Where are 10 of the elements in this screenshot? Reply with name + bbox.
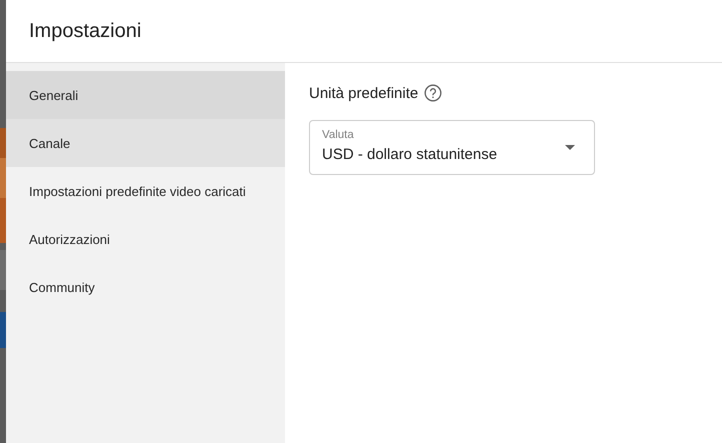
sidebar-item[interactable]: Canale: [6, 119, 285, 167]
section-title: Unità predefinite: [309, 84, 418, 102]
help-icon[interactable]: [424, 84, 442, 102]
sidebar-item[interactable]: Community: [6, 263, 285, 311]
sidebar-item[interactable]: Generali: [6, 71, 285, 119]
sidebar-item[interactable]: Autorizzazioni: [6, 215, 285, 263]
sidebar-item[interactable]: Impostazioni predefinite video caricati: [6, 167, 285, 215]
currency-select[interactable]: Valuta USD - dollaro statunitense: [309, 120, 595, 175]
dialog-title: Impostazioni: [29, 20, 142, 42]
caret-icon: [565, 145, 575, 150]
